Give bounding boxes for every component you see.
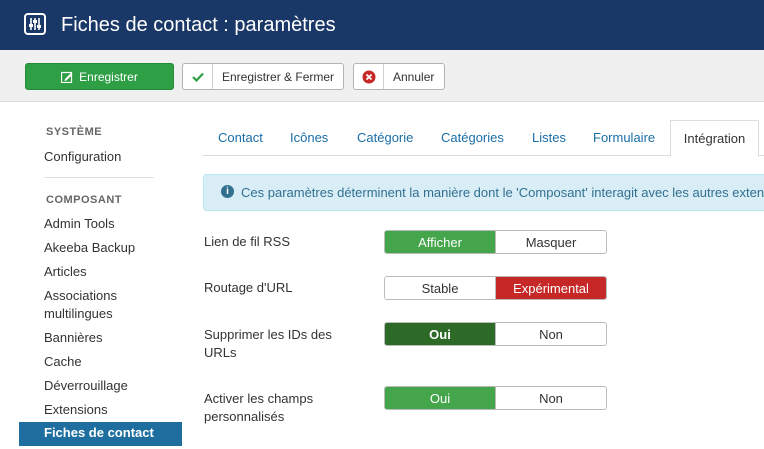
tab-bar: Contact Icônes Catégorie Catégories List… [203,120,764,157]
remove-ids-option-oui[interactable]: Oui [385,323,495,345]
info-icon: i [221,185,234,198]
tab-integration[interactable]: Intégration [670,120,759,157]
field-label-custom-fields: Activer les champs personnalisés [204,391,314,424]
sidebar-item-articles[interactable]: Articles [44,263,164,281]
rss-link-toggle[interactable]: Afficher Masquer [384,230,607,254]
rss-option-masquer[interactable]: Masquer [495,231,606,253]
edit-icon [61,71,73,83]
info-alert: i Ces paramètres déterminent la manière … [203,174,764,211]
sidebar-item-fiches-de-contact[interactable]: Fiches de contact [19,422,182,446]
sidebar-item-associations[interactable]: Associations multilingues [44,287,164,323]
field-label-remove-ids: Supprimer les IDs des URLs [204,327,332,360]
save-close-label: Enregistrer & Fermer [222,69,335,84]
sidebar-item-deverrouillage[interactable]: Déverrouillage [44,377,164,395]
sidebar-item-admin-tools[interactable]: Admin Tools [44,215,164,233]
page-title: Fiches de contact : paramètres [61,14,336,36]
sidebar-heading-system: SYSTÈME [46,126,103,138]
sidebar-item-cache[interactable]: Cache [44,353,164,371]
cancel-icon [354,64,384,89]
sidebar-item-extensions[interactable]: Extensions [44,401,164,419]
rss-option-afficher[interactable]: Afficher [385,231,495,253]
tab-listes[interactable]: Listes [532,120,566,156]
tab-categories[interactable]: Catégories [441,120,504,156]
cancel-label: Annuler [393,69,435,84]
sidebar-item-bannieres[interactable]: Bannières [44,329,164,347]
sidebar-item-label: Fiches de contact [44,425,154,440]
tab-icones[interactable]: Icônes [290,120,328,156]
tab-contact[interactable]: Contact [218,120,263,156]
tab-formulaire[interactable]: Formulaire [593,120,655,156]
url-routing-option-experimental[interactable]: Expérimental [495,277,606,299]
save-button-label: Enregistrer [79,69,138,84]
check-icon [183,64,213,89]
sidebar-divider [44,177,154,178]
cancel-button[interactable]: Annuler [353,63,445,90]
custom-fields-toggle[interactable]: Oui Non [384,386,607,410]
custom-fields-option-non[interactable]: Non [495,387,606,409]
tab-categorie[interactable]: Catégorie [357,120,413,156]
remove-ids-option-non[interactable]: Non [495,323,606,345]
save-close-button[interactable]: Enregistrer & Fermer [182,63,344,90]
toolbar: Enregistrer Enregistrer & Fermer Annuler [0,50,764,102]
sidebar-heading-component: COMPOSANT [46,194,122,206]
custom-fields-option-oui[interactable]: Oui [385,387,495,409]
sidebar-item-akeeba-backup[interactable]: Akeeba Backup [44,239,164,257]
sliders-icon [24,13,46,35]
url-routing-option-stable[interactable]: Stable [385,277,495,299]
field-label-rss: Lien de fil RSS [204,234,290,249]
remove-ids-toggle[interactable]: Oui Non [384,322,607,346]
sidebar-item-configuration[interactable]: Configuration [44,148,164,166]
save-button[interactable]: Enregistrer [25,63,174,90]
url-routing-toggle[interactable]: Stable Expérimental [384,276,607,300]
page-header: Fiches de contact : paramètres [0,0,764,50]
info-alert-text: Ces paramètres déterminent la manière do… [241,185,764,200]
field-label-url-routing: Routage d'URL [204,280,293,295]
